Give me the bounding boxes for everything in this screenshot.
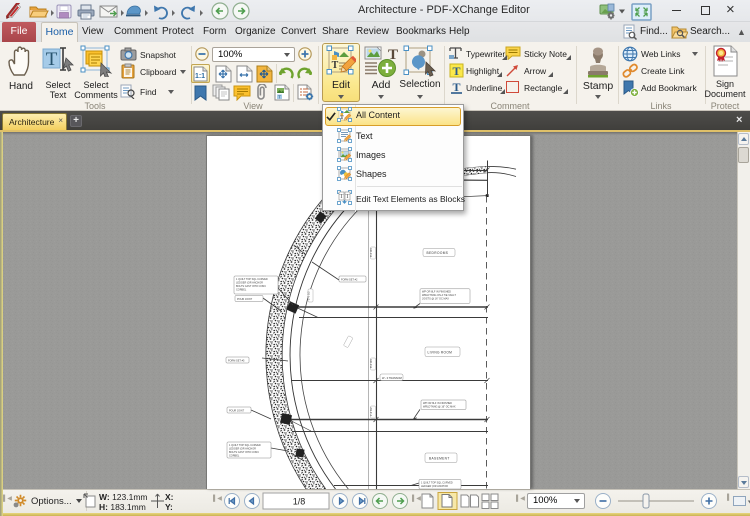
svg-text:1'-2 1/2: 1'-2 1/2 <box>369 407 373 416</box>
svg-text:BASEMENT: BASEMENT <box>429 457 450 461</box>
svg-text:8'-0 3/4: 8'-0 3/4 <box>369 248 373 257</box>
svg-text:FORM SET #2: FORM SET #2 <box>341 278 358 281</box>
svg-text:CORBEL: CORBEL <box>236 289 247 292</box>
svg-text:1/8: 1/8 <box>293 497 306 507</box>
svg-text:JOISTS @ 16" OC MAX: JOISTS @ 16" OC MAX <box>422 298 449 301</box>
svg-text:T: T <box>332 60 339 71</box>
svg-text:T: T <box>452 64 460 78</box>
svg-text:BEDROOMS: BEDROOMS <box>427 251 449 255</box>
svg-text:T: T <box>340 194 344 200</box>
svg-text:W - 0 TRANSOM: W - 0 TRANSOM <box>382 376 402 380</box>
svg-text:POUR JOINT: POUR JOINT <box>229 409 245 412</box>
svg-text:8'-0 3/4: 8'-0 3/4 <box>369 359 373 368</box>
svg-text:1:1: 1:1 <box>195 73 205 80</box>
svg-text:T: T <box>452 80 460 94</box>
svg-text:T: T <box>278 95 281 100</box>
svg-text:POUR JOINT: POUR JOINT <box>237 298 253 301</box>
svg-text:2'-0 1/2: 2'-0 1/2 <box>307 291 311 300</box>
svg-text:CORBEL: CORBEL <box>229 455 240 458</box>
svg-text:T: T <box>346 194 350 200</box>
svg-text:WRLDTNNG @ 16" OC MAX: WRLDTNNG @ 16" OC MAX <box>423 405 456 408</box>
svg-text:T: T <box>46 49 58 70</box>
svg-text:LEDGER (OR ANCHOR: LEDGER (OR ANCHOR <box>421 485 448 488</box>
svg-text:FORM SET #5: FORM SET #5 <box>228 359 245 362</box>
svg-text:T: T <box>340 115 344 121</box>
svg-text:LIVING ROOM: LIVING ROOM <box>428 351 453 355</box>
